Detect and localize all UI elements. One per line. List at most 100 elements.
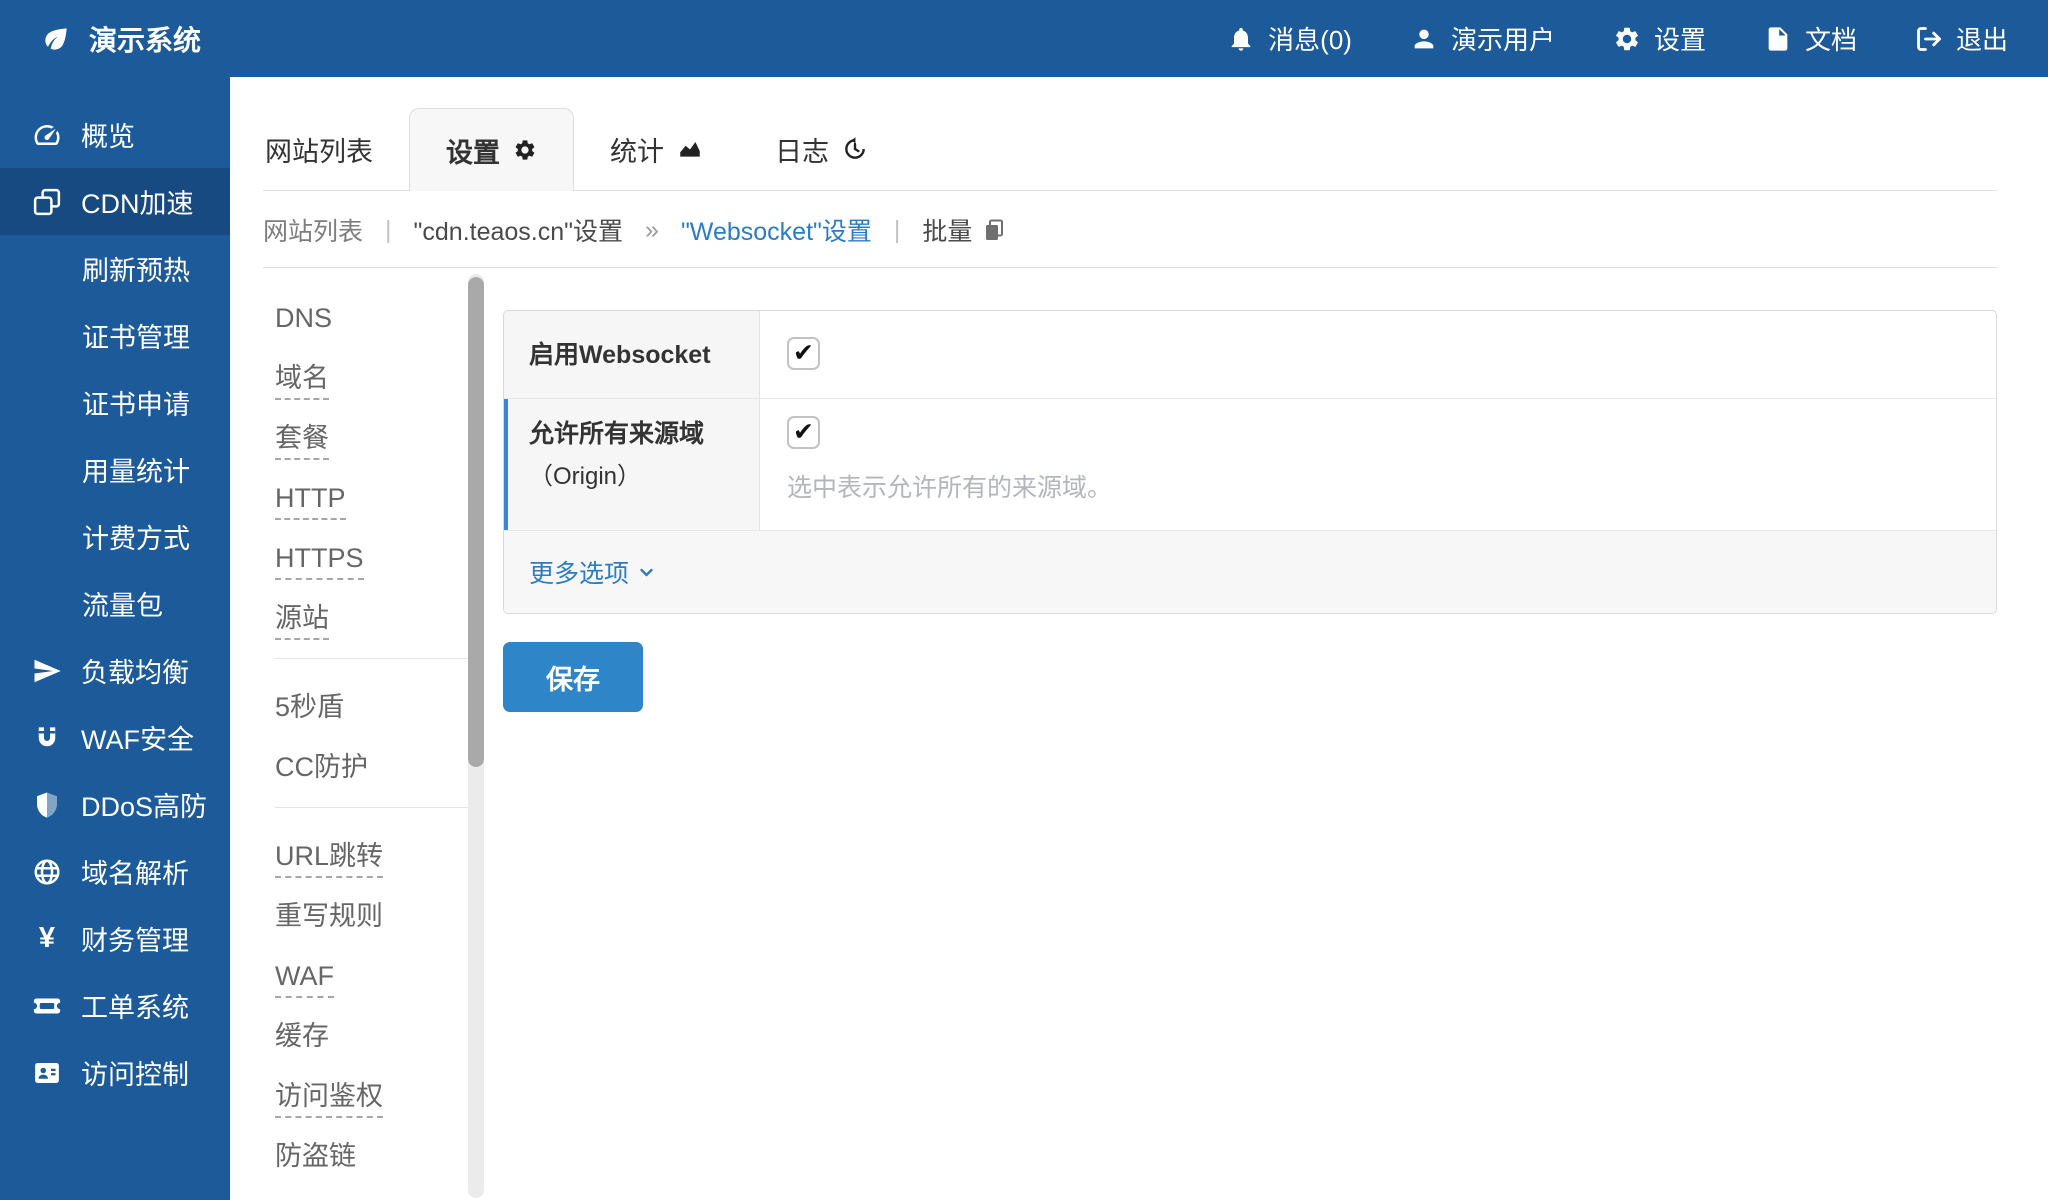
topbar-messages-label: 消息(0) bbox=[1268, 20, 1352, 57]
settings-menu-scrollbar[interactable] bbox=[468, 274, 484, 1198]
sidebar-item-label: DDoS高防 bbox=[81, 785, 207, 824]
sidebar-item-access-control[interactable]: 访问控制 bbox=[0, 1039, 230, 1106]
topbar-menu: 消息(0) 演示用户 设置 文档 退出 bbox=[1227, 20, 2008, 57]
sidebar-item-cert-manage[interactable]: 证书管理 bbox=[0, 302, 230, 369]
sidebar-item-billing[interactable]: 计费方式 bbox=[0, 503, 230, 570]
breadcrumb-separator: | bbox=[894, 216, 901, 245]
breadcrumb-batch[interactable]: 批量 bbox=[922, 212, 1006, 248]
form-value-cell: ✔ bbox=[760, 311, 1996, 398]
sidebar-item-label: 刷新预热 bbox=[82, 249, 190, 288]
sidebar-item-label: 负载均衡 bbox=[81, 651, 189, 690]
magnet-icon bbox=[30, 723, 64, 753]
breadcrumb-current[interactable]: "Websocket"设置 bbox=[681, 212, 872, 248]
sidebar-item-tickets[interactable]: 工单系统 bbox=[0, 972, 230, 1039]
sidebar-item-cdn[interactable]: CDN加速 bbox=[0, 168, 230, 235]
brand-label: 演示系统 bbox=[89, 19, 201, 59]
sidebar-item-finance[interactable]: ¥ 财务管理 bbox=[0, 905, 230, 972]
more-options-link[interactable]: 更多选项 bbox=[529, 554, 655, 590]
tab-settings[interactable]: 设置 bbox=[409, 108, 574, 191]
topbar: 演示系统 消息(0) 演示用户 设置 文档 bbox=[0, 0, 2048, 77]
topbar-user[interactable]: 演示用户 bbox=[1410, 20, 1555, 57]
topbar-user-label: 演示用户 bbox=[1451, 20, 1555, 57]
settings-menu: DNS 域名 套餐 HTTP HTTPS 源站 5秒盾 CC防护 URL跳转 重… bbox=[263, 298, 503, 1198]
sidebar-item-label: 访问控制 bbox=[81, 1053, 189, 1092]
batch-label: 批量 bbox=[922, 212, 972, 248]
topbar-settings[interactable]: 设置 bbox=[1613, 20, 1706, 57]
more-options-label: 更多选项 bbox=[529, 554, 629, 590]
sidebar-item-usage-stats[interactable]: 用量统计 bbox=[0, 436, 230, 503]
gauge-icon bbox=[30, 120, 64, 150]
sidebar-item-label: 计费方式 bbox=[82, 517, 190, 556]
sidebar-item-waf[interactable]: WAF安全 bbox=[0, 704, 230, 771]
sidebar-item-refresh-preheat[interactable]: 刷新预热 bbox=[0, 235, 230, 302]
gear-icon bbox=[513, 138, 537, 162]
tab-site-list[interactable]: 网站列表 bbox=[263, 108, 409, 190]
settings-panel: 启用Websocket ✔ 允许所有来源域 （Origin） bbox=[503, 310, 1997, 614]
topbar-logout-label: 退出 bbox=[1956, 20, 2008, 57]
allow-origins-label: 允许所有来源域 bbox=[529, 416, 759, 452]
save-button[interactable]: 保存 bbox=[503, 642, 643, 712]
chevron-down-icon bbox=[638, 564, 655, 581]
user-icon bbox=[1410, 25, 1438, 53]
globe-icon bbox=[30, 857, 64, 887]
form-row-enable-websocket: 启用Websocket ✔ bbox=[504, 311, 1996, 399]
leaf-icon bbox=[40, 23, 72, 55]
websocket-form: 启用Websocket ✔ 允许所有来源域 （Origin） bbox=[503, 310, 1997, 1198]
tab-stats[interactable]: 统计 bbox=[574, 108, 739, 190]
shield-icon bbox=[30, 790, 64, 820]
sidebar-item-dns-resolve[interactable]: 域名解析 bbox=[0, 838, 230, 905]
scrollbar-thumb[interactable] bbox=[468, 277, 484, 767]
sidebar-item-label: WAF安全 bbox=[81, 718, 194, 757]
topbar-messages[interactable]: 消息(0) bbox=[1227, 20, 1352, 57]
settings-content: DNS 域名 套餐 HTTP HTTPS 源站 5秒盾 CC防护 URL跳转 重… bbox=[263, 268, 1997, 1198]
bell-icon bbox=[1227, 25, 1255, 53]
sidebar-item-label: 域名解析 bbox=[81, 852, 189, 891]
gear-icon bbox=[1613, 25, 1641, 53]
breadcrumb: 网站列表 | "cdn.teaos.cn"设置 » "Websocket"设置 … bbox=[263, 191, 1997, 268]
enable-websocket-checkbox[interactable]: ✔ bbox=[787, 337, 820, 370]
breadcrumb-separator: | bbox=[385, 216, 392, 245]
chart-area-icon bbox=[677, 136, 703, 162]
tab-label: 设置 bbox=[446, 131, 500, 170]
panel-footer: 更多选项 bbox=[504, 531, 1996, 613]
tab-label: 统计 bbox=[610, 130, 664, 169]
topbar-docs[interactable]: 文档 bbox=[1764, 20, 1857, 57]
sidebar-item-label: 工单系统 bbox=[81, 986, 189, 1025]
sidebar-item-label: 证书管理 bbox=[82, 316, 190, 355]
paper-plane-icon bbox=[30, 656, 64, 686]
topbar-logout[interactable]: 退出 bbox=[1915, 20, 2008, 57]
ticket-icon bbox=[30, 991, 64, 1021]
clone-icon bbox=[30, 187, 64, 217]
logout-icon bbox=[1915, 25, 1943, 53]
breadcrumb-site-list[interactable]: 网站列表 bbox=[263, 212, 363, 248]
menu-divider bbox=[275, 807, 473, 808]
sidebar: 概览 CDN加速 刷新预热 证书管理 证书申请 用量统计 计费方式 流量包 负载… bbox=[0, 77, 230, 1200]
sidebar-item-cert-apply[interactable]: 证书申请 bbox=[0, 369, 230, 436]
form-value-cell: ✔ 选中表示允许所有的来源域。 bbox=[760, 399, 1996, 530]
main-content: 网站列表 设置 统计 日志 网站列表 | "cdn.teaos.cn"设置 » … bbox=[230, 77, 2048, 1200]
sidebar-item-overview[interactable]: 概览 bbox=[0, 101, 230, 168]
sidebar-item-label: 财务管理 bbox=[81, 919, 189, 958]
tab-label: 日志 bbox=[775, 130, 829, 169]
sidebar-item-traffic-pack[interactable]: 流量包 bbox=[0, 570, 230, 637]
sidebar-item-label: 概览 bbox=[81, 115, 135, 154]
tab-logs[interactable]: 日志 bbox=[739, 108, 904, 190]
checkmark-icon: ✔ bbox=[793, 420, 814, 445]
breadcrumb-site-settings[interactable]: "cdn.teaos.cn"设置 bbox=[414, 212, 624, 248]
topbar-settings-label: 设置 bbox=[1654, 20, 1706, 57]
document-icon bbox=[1764, 25, 1792, 53]
app-brand: 演示系统 bbox=[40, 19, 201, 59]
form-label-cell: 允许所有来源域 （Origin） bbox=[504, 399, 760, 530]
history-icon bbox=[842, 136, 868, 162]
breadcrumb-separator: » bbox=[645, 216, 659, 245]
allow-all-origins-checkbox[interactable]: ✔ bbox=[787, 416, 820, 449]
form-row-allow-origins: 允许所有来源域 （Origin） ✔ 选中表示允许所有的来源域。 bbox=[504, 399, 1996, 531]
topbar-docs-label: 文档 bbox=[1805, 20, 1857, 57]
sidebar-item-label: 流量包 bbox=[82, 584, 163, 623]
sidebar-item-label: CDN加速 bbox=[81, 182, 194, 221]
sidebar-item-load-balance[interactable]: 负载均衡 bbox=[0, 637, 230, 704]
yen-icon: ¥ bbox=[30, 922, 64, 955]
sidebar-item-ddos[interactable]: DDoS高防 bbox=[0, 771, 230, 838]
allow-origins-sublabel: （Origin） bbox=[529, 460, 759, 494]
checkmark-icon: ✔ bbox=[793, 341, 814, 366]
